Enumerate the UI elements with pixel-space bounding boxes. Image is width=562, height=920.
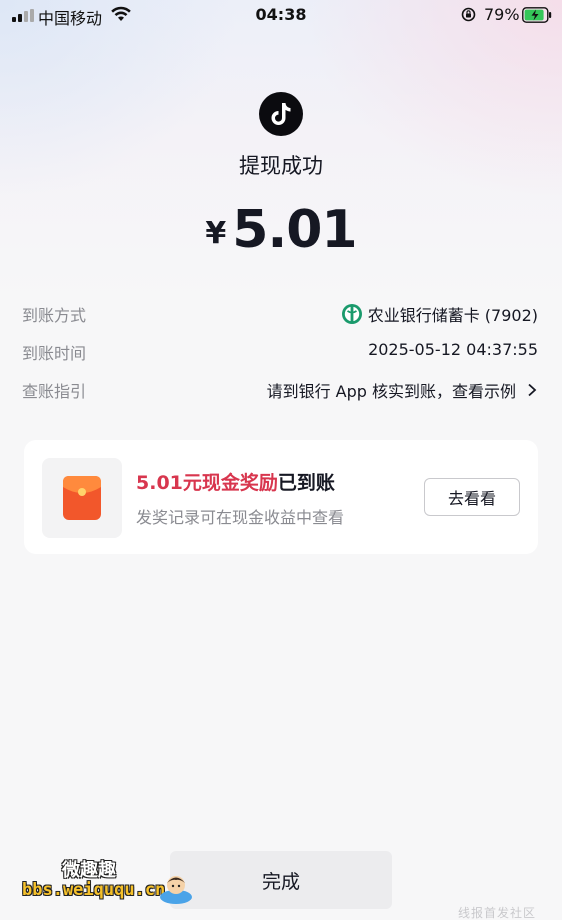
mascot-icon — [160, 876, 192, 904]
clock: 04:38 — [255, 5, 307, 24]
detail-value: 2025-05-12 04:37:55 — [368, 340, 538, 359]
amount-value: 5.01 — [232, 200, 357, 260]
battery-charging-icon — [522, 7, 552, 23]
detail-row-time: 到账时间 2025-05-12 04:37:55 — [22, 340, 538, 366]
view-example-link[interactable]: 请到银行 App 核实到账，查看示例 — [267, 378, 516, 402]
watermark-logo-url: bbs.weiququ.cn — [22, 880, 166, 900]
done-button[interactable]: 完成 — [170, 851, 392, 909]
go-check-button[interactable]: 去看看 — [424, 478, 520, 516]
detail-value: 农业银行储蓄卡 (7902) — [367, 306, 538, 325]
abc-bank-icon — [341, 304, 362, 324]
reward-amount-text: 5.01元现金奖励 — [136, 472, 278, 494]
battery-percent: 79% — [484, 5, 520, 24]
rotation-lock-icon — [461, 7, 476, 22]
watermark-text: 线报首发社区 — [458, 906, 537, 920]
detail-row-guide[interactable]: 查账指引 请到银行 App 核实到账，查看示例 — [22, 378, 538, 404]
chevron-right-icon — [528, 383, 537, 397]
tiktok-logo-icon — [259, 92, 303, 136]
reward-title: 5.01元现金奖励已到账 — [136, 468, 335, 495]
detail-label: 查账指引 — [22, 382, 87, 401]
detail-label: 到账方式 — [22, 306, 87, 325]
reward-card: 5.01元现金奖励已到账 发奖记录可在现金收益中查看 去看看 — [24, 440, 538, 554]
detail-label: 到账时间 — [22, 344, 87, 363]
page-title: 提现成功 — [239, 154, 323, 178]
watermark-logo-cn: 微趣趣 — [62, 860, 116, 881]
red-envelope-icon — [42, 458, 122, 538]
reward-subtitle: 发奖记录可在现金收益中查看 — [136, 508, 345, 527]
currency-symbol: ¥ — [205, 216, 227, 251]
withdraw-amount: ¥5.01 — [0, 200, 562, 260]
status-bar: 中国移动 04:38 79% — [0, 0, 562, 30]
watermark-logo: 微趣趣 bbs.weiququ.cn — [18, 852, 198, 912]
detail-row-method: 到账方式 农业银行储蓄卡 (7902) — [22, 302, 538, 328]
reward-status-text: 已到账 — [277, 472, 335, 494]
